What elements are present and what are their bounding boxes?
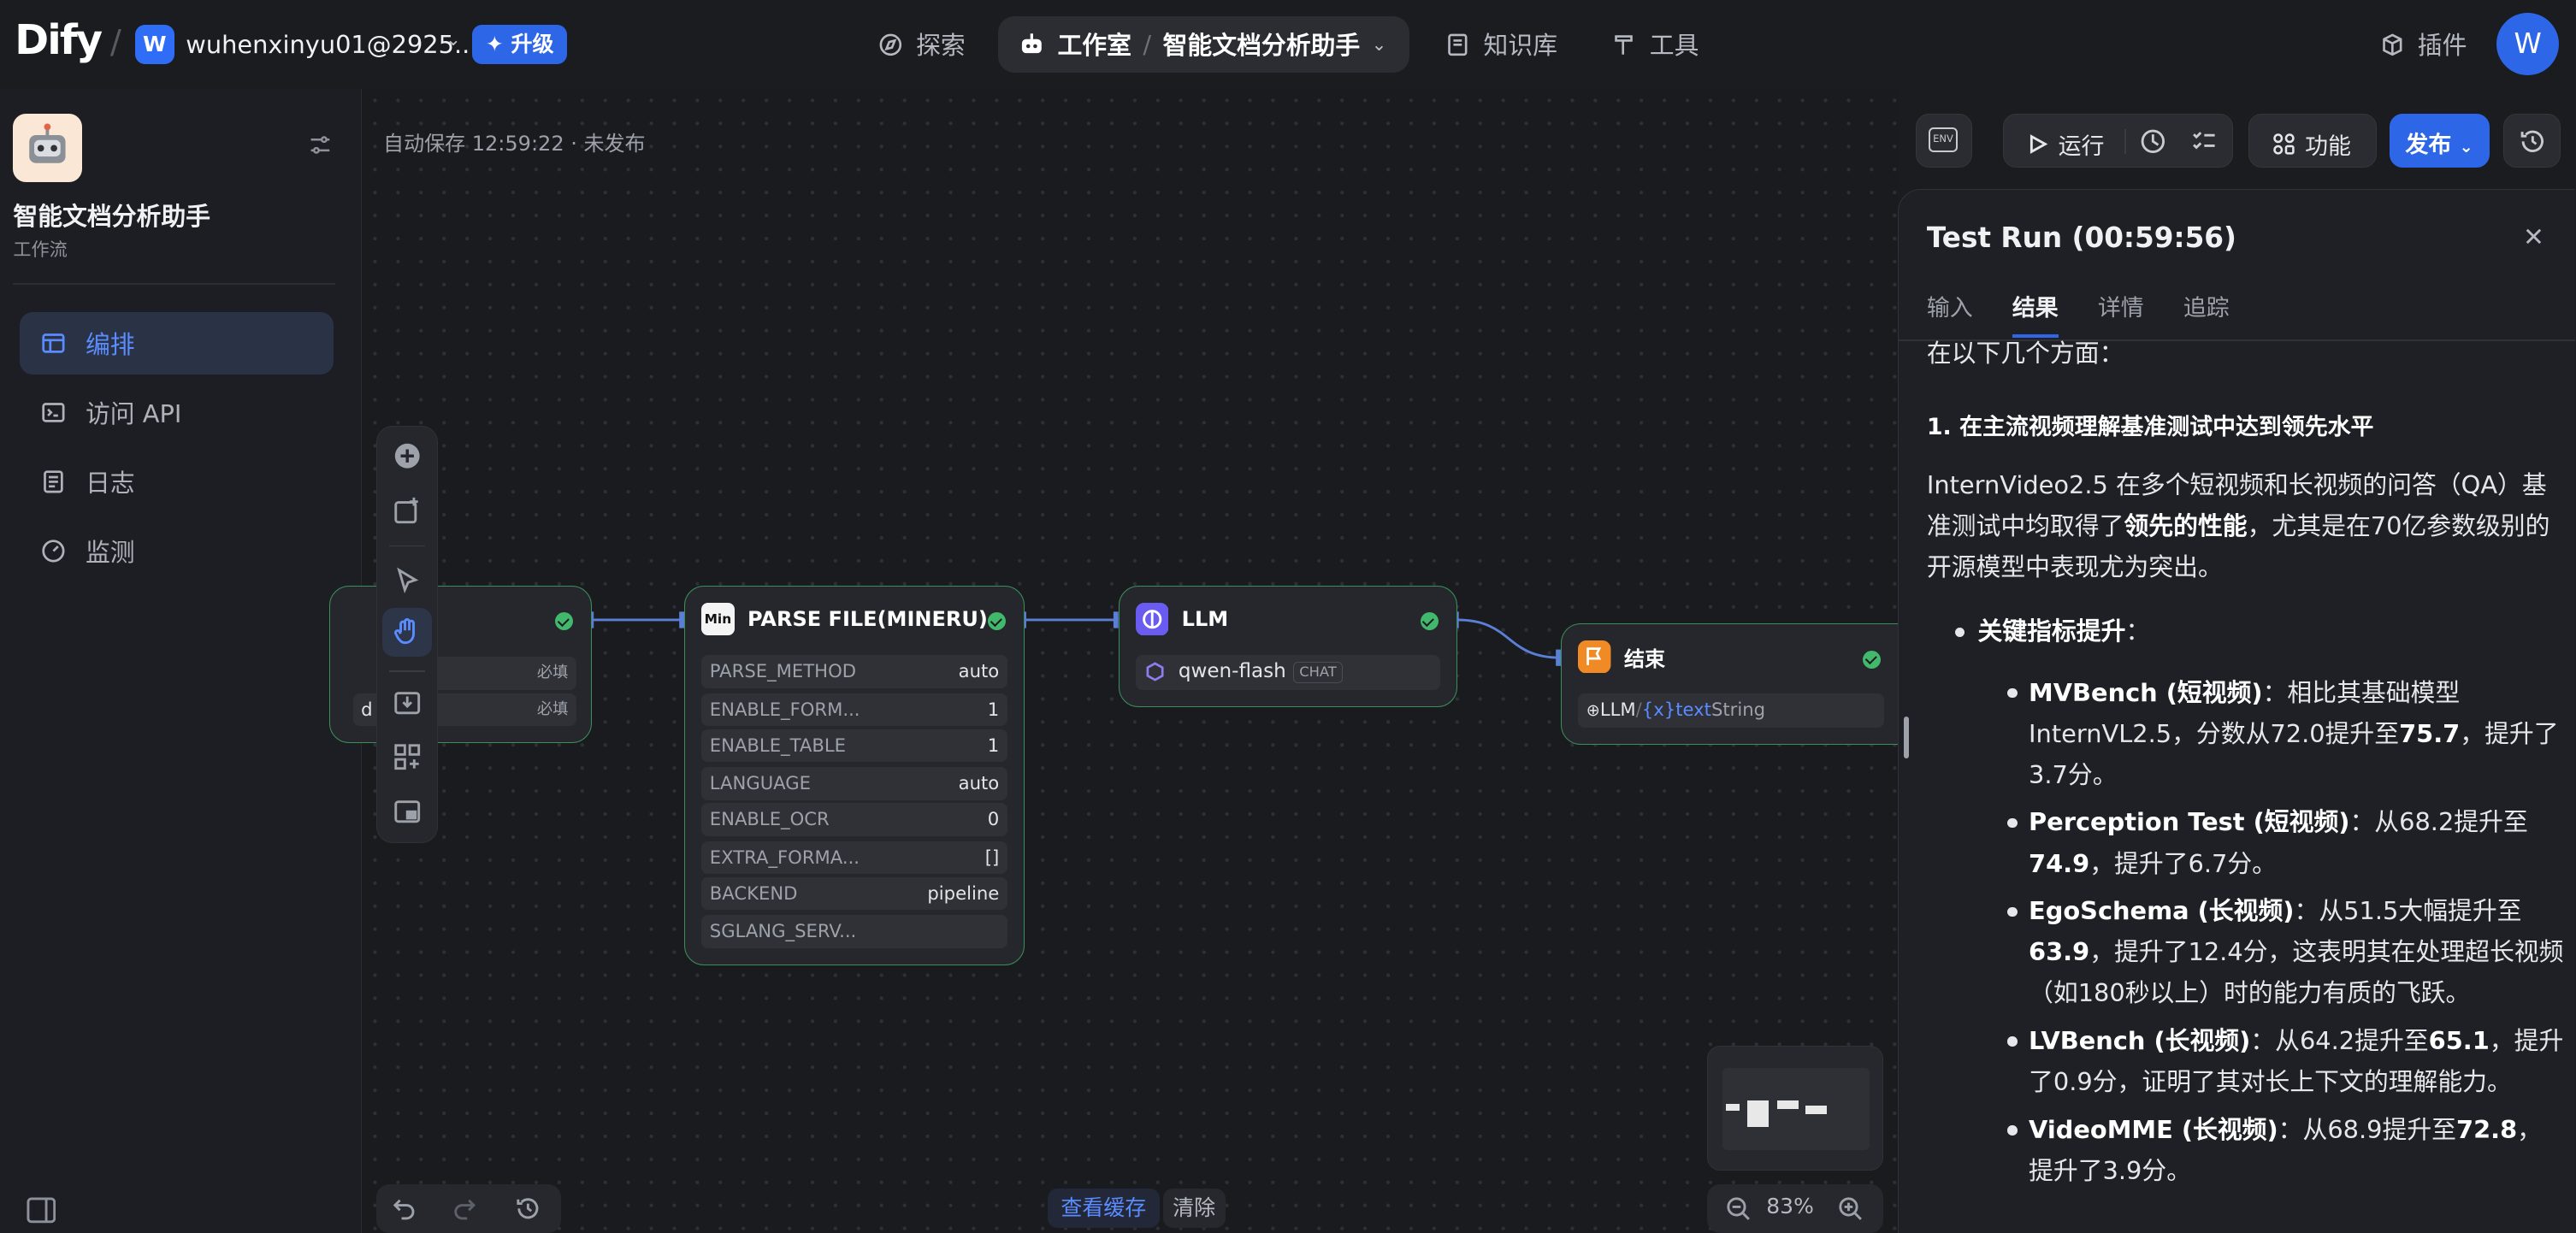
- param-value: []: [984, 846, 1000, 868]
- list-item: LVBench (长视频)：从64.2提升至65.1，提升了0.9分，证明了其对…: [1927, 1020, 2565, 1102]
- minimap-node: [1747, 1100, 1770, 1128]
- result-paragraph: InternVideo2.5 在多个短视频和长视频的问答（QA）基准测试中均取得…: [1926, 470, 2550, 582]
- param-key: ENABLE_OCR: [709, 808, 830, 830]
- end-flag-icon: [1578, 640, 1611, 674]
- mineru-icon: Min: [701, 602, 735, 636]
- zoom-level[interactable]: 83%: [1766, 1194, 1814, 1218]
- param-row: ENABLE_OCR 0: [701, 803, 1007, 836]
- minimap[interactable]: [1707, 1046, 1883, 1171]
- undo-icon[interactable]: [392, 1195, 418, 1222]
- view-cache-button[interactable]: 查看缓存: [1047, 1189, 1160, 1229]
- export-image-icon[interactable]: [391, 687, 423, 719]
- minimap-node: [1726, 1104, 1740, 1111]
- node-title: LLM: [1181, 607, 1229, 632]
- history-icon[interactable]: [515, 1195, 541, 1222]
- param-value: pipeline: [927, 882, 1000, 904]
- resize-handle[interactable]: [1903, 716, 1909, 759]
- close-icon[interactable]: [2522, 225, 2545, 248]
- llm-brain-icon: [1135, 602, 1169, 636]
- param-key: SGLANG_SERV...: [709, 920, 857, 942]
- list-item: VideoMME (长视频)：从68.9提升至72.8，提升了3.9分。: [1927, 1109, 2565, 1191]
- pointer-icon[interactable]: [391, 565, 423, 598]
- minimap-node: [1805, 1106, 1827, 1114]
- llm-small-icon: ⊕: [1586, 699, 1600, 720]
- minimap-toggle-icon[interactable]: [391, 795, 423, 828]
- canvas-toolbar: [376, 426, 438, 844]
- test-run-panel: Test Run (00:59:56) 输入 结果 详情 追踪 在以下几个方面：…: [1898, 189, 2576, 1233]
- list-item: EgoSchema (长视频)：从51.5大幅提升至63.9，提升了12.4分，…: [1927, 890, 2565, 1013]
- list-item: Perception Test (短视频)：从68.2提升至74.9，提升了6.…: [1927, 801, 2565, 883]
- tab-input[interactable]: 输入: [1927, 289, 1973, 322]
- param-key: LANGUAGE: [709, 772, 812, 794]
- variable-type: String: [1710, 698, 1766, 720]
- tab-tracing[interactable]: 追踪: [2183, 289, 2230, 322]
- param-row: BACKEND pipeline: [701, 876, 1007, 911]
- minimap-node: [1776, 1100, 1799, 1110]
- model-name: qwen-flash: [1178, 660, 1286, 683]
- success-check-icon: [555, 612, 574, 631]
- param-key: PARSE_METHOD: [709, 660, 857, 682]
- model-mode-tag: CHAT: [1293, 662, 1343, 684]
- divider: [388, 670, 426, 672]
- node-title: PARSE FILE(MINERU): [747, 607, 988, 632]
- list-item: MVBench (短视频)：相比其基础模型 InternVL2.5，分数从72.…: [1927, 672, 2565, 795]
- panel-title: Test Run (00:59:56): [1926, 221, 2236, 254]
- success-check-icon: [1420, 612, 1439, 631]
- param-row: SGLANG_SERV...: [701, 915, 1007, 948]
- history-controls: [376, 1183, 561, 1233]
- organize-blocks-icon[interactable]: [391, 740, 423, 773]
- end-node[interactable]: 结束 ⊕LLM/{x}textString: [1560, 622, 1900, 746]
- list-item: 关键指标提升：: [1927, 611, 2565, 652]
- param-row: PARSE_METHOD auto: [701, 655, 1007, 688]
- redo-icon[interactable]: [451, 1195, 477, 1222]
- variable-name: text: [1675, 698, 1711, 720]
- qwen-logo-icon: [1146, 662, 1164, 681]
- param-key: ENABLE_FORM...: [709, 698, 860, 720]
- add-note-icon[interactable]: [391, 494, 423, 527]
- param-value: 0: [987, 808, 1000, 830]
- param-key: EXTRA_FORMA...: [709, 846, 860, 868]
- param-row: EXTRA_FORMA... []: [701, 841, 1007, 875]
- success-check-icon: [1862, 650, 1881, 669]
- param-row: LANGUAGE auto: [701, 767, 1007, 800]
- result-heading: 1. 在主流视频理解基准测试中达到领先水平: [1926, 413, 2374, 440]
- required-tag: 必填: [536, 664, 569, 682]
- add-node-icon[interactable]: [391, 440, 423, 472]
- param-value: 1: [987, 734, 1000, 756]
- param-key: ENABLE_TABLE: [709, 734, 846, 756]
- zoom-in-icon[interactable]: [1837, 1195, 1864, 1222]
- param-row: ENABLE_FORM... 1: [701, 693, 1007, 727]
- result-content: 在以下几个方面： 1. 在主流视频理解基准测试中达到领先水平 InternVid…: [1927, 333, 2565, 1198]
- param-value: 1: [987, 698, 1000, 720]
- parse-file-node[interactable]: Min PARSE FILE(MINERU) PARSE_METHOD auto …: [683, 585, 1025, 965]
- clear-button[interactable]: 清除: [1162, 1189, 1226, 1229]
- result-intro: 在以下几个方面：: [1926, 339, 2124, 369]
- param-value: auto: [958, 660, 1000, 682]
- variable-source: LLM: [1599, 698, 1636, 720]
- node-title: 结束: [1623, 646, 1666, 671]
- tab-detail[interactable]: 详情: [2098, 289, 2144, 322]
- variable-name: d: [361, 698, 373, 720]
- required-tag: 必填: [536, 699, 569, 718]
- hand-icon[interactable]: [391, 616, 423, 648]
- zoom-controls: 83%: [1707, 1183, 1883, 1233]
- success-check-icon: [987, 612, 1006, 631]
- llm-node[interactable]: LLM qwen-flash CHAT: [1118, 585, 1457, 707]
- output-variable-row: ⊕LLM/{x}textString: [1578, 693, 1884, 728]
- model-selector[interactable]: qwen-flash CHAT: [1135, 655, 1440, 690]
- param-value: auto: [958, 772, 1000, 794]
- divider: [388, 545, 426, 547]
- zoom-out-icon[interactable]: [1725, 1195, 1752, 1222]
- tab-result[interactable]: 结果: [2012, 289, 2059, 322]
- start-node[interactable]: 必填 d 必填: [328, 585, 593, 744]
- param-row: ENABLE_TABLE 1: [701, 729, 1007, 763]
- param-key: BACKEND: [709, 882, 798, 904]
